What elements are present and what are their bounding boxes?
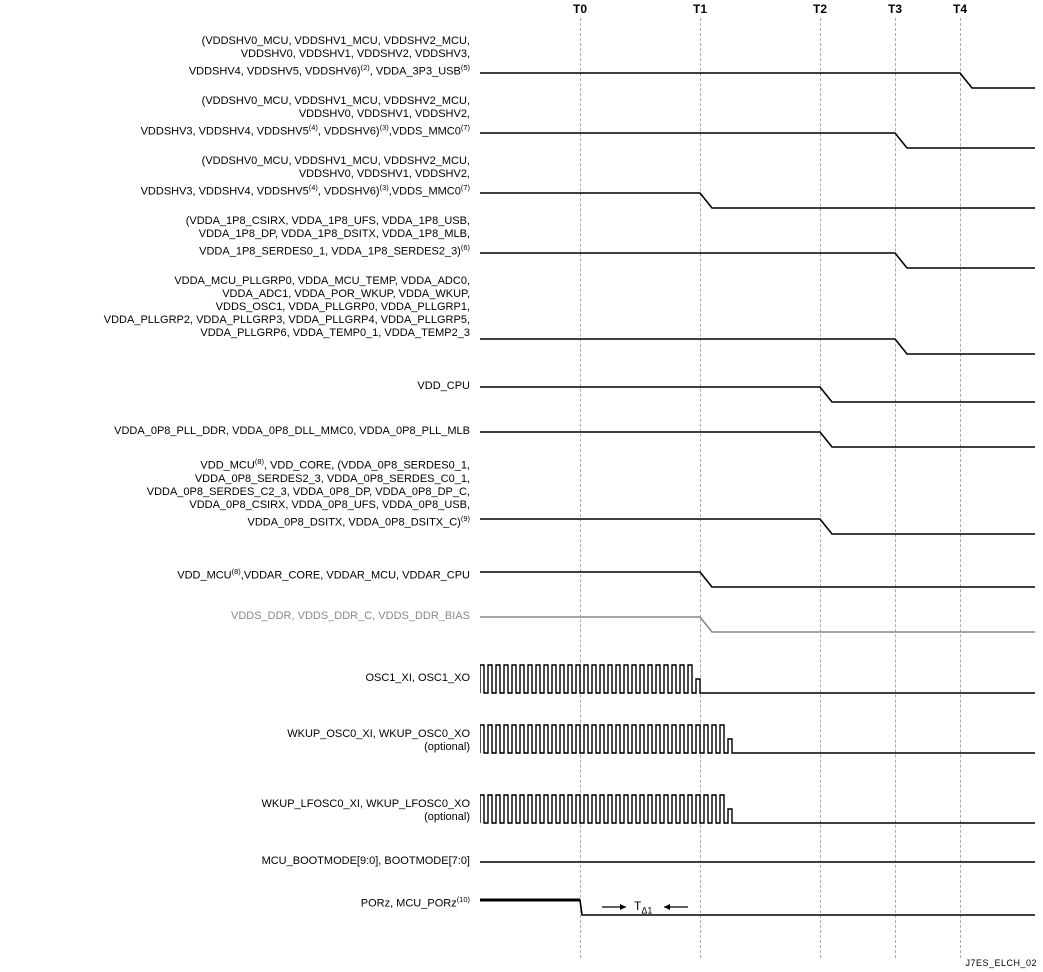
signal-label: MCU_BOOTMODE[9:0], BOOTMODE[7:0] [0, 855, 470, 868]
signal-label: VDD_MCU(8),VDDAR_CORE, VDDAR_MCU, VDDAR_… [0, 565, 470, 583]
signal-label: VDDA_0P8_PLL_DDR, VDDA_0P8_DLL_MMC0, VDD… [0, 425, 470, 438]
waveform [480, 375, 1035, 415]
waveform [480, 455, 1035, 540]
waveform [480, 95, 1035, 154]
waveform [480, 420, 1035, 460]
signal-label: WKUP_LFOSC0_XI, WKUP_LFOSC0_XO(optional) [0, 798, 470, 824]
signal-label: PORz, MCU_PORz(10) [0, 893, 470, 911]
waveform [480, 155, 1035, 214]
time-label-t3: T3 [880, 2, 910, 16]
time-label-t0: T0 [565, 2, 595, 16]
time-label-t1: T1 [685, 2, 715, 16]
timing-diagram: { "time_markers": [ {"id":"T0","label":"… [0, 0, 1043, 972]
figure-id: J7ES_ELCH_02 [965, 958, 1037, 968]
waveform [480, 275, 1035, 360]
time-label-t4: T4 [945, 2, 975, 16]
waveform [480, 720, 1035, 760]
signal-label: VDD_MCU(8), VDD_CORE, (VDDA_0P8_SERDES0_… [0, 455, 470, 529]
waveform [480, 215, 1035, 274]
signal-label: (VDDSHV0_MCU, VDDSHV1_MCU, VDDSHV2_MCU,V… [0, 35, 470, 79]
waveform [480, 560, 1035, 600]
waveform [480, 790, 1035, 830]
signal-label: (VDDSHV0_MCU, VDDSHV1_MCU, VDDSHV2_MCU,V… [0, 95, 470, 139]
waveform [480, 35, 1035, 94]
delta-label: TΔ1 [634, 899, 652, 915]
signal-label: VDD_CPU [0, 380, 470, 393]
delta-annotation: TΔ1 [600, 898, 690, 919]
waveform [480, 660, 1035, 700]
time-label-t2: T2 [805, 2, 835, 16]
signal-label: OSC1_XI, OSC1_XO [0, 672, 470, 685]
signal-label: WKUP_OSC0_XI, WKUP_OSC0_XO(optional) [0, 728, 470, 754]
waveform [480, 890, 1035, 930]
signal-label: VDDS_DDR, VDDS_DDR_C, VDDS_DDR_BIAS [0, 610, 470, 623]
signal-label: VDDA_MCU_PLLGRP0, VDDA_MCU_TEMP, VDDA_AD… [0, 275, 470, 340]
signal-label: (VDDSHV0_MCU, VDDSHV1_MCU, VDDSHV2_MCU,V… [0, 155, 470, 199]
waveform [480, 852, 1035, 892]
signal-label: (VDDA_1P8_CSIRX, VDDA_1P8_UFS, VDDA_1P8_… [0, 215, 470, 259]
waveform [480, 605, 1035, 645]
